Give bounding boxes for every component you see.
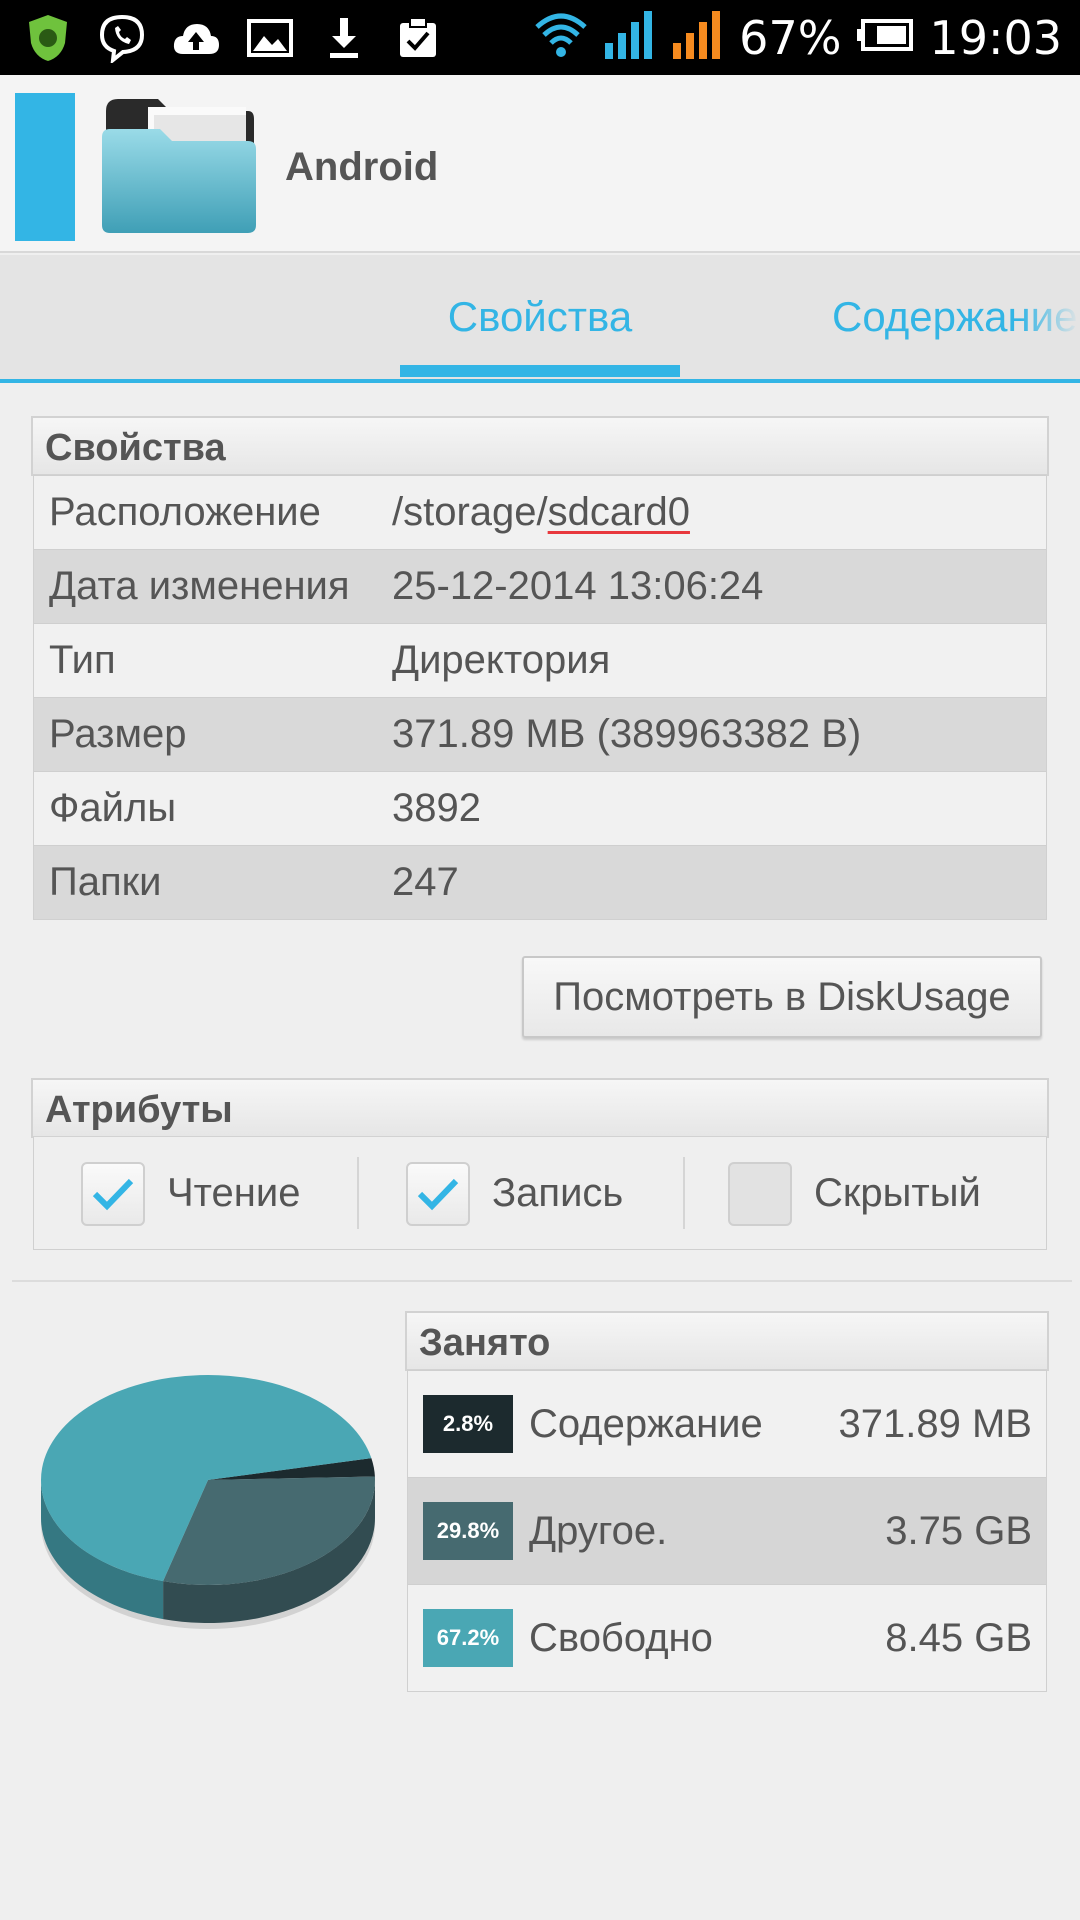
attributes-section-header: Атрибуты [31, 1078, 1049, 1138]
property-value: 3892 [392, 786, 481, 830]
usage-label: Другое. [529, 1508, 668, 1553]
property-key: Дата изменения [49, 564, 350, 608]
divider [12, 1280, 1072, 1282]
location-prefix: /storage/ [392, 490, 548, 534]
write-label: Запись [492, 1171, 624, 1215]
property-value: 247 [392, 860, 459, 904]
percent-badge: 2.8% [423, 1395, 513, 1453]
accent-strip [15, 93, 75, 241]
usage-table: 2.8% Содержание 371.89 MB 29.8% Другое. … [407, 1370, 1047, 1692]
property-key: Тип [49, 638, 116, 682]
property-value: /storage/sdcard0 [392, 490, 690, 535]
divider [357, 1157, 359, 1229]
checkmark-icon [417, 1178, 459, 1210]
usage-size: 8.45 GB [885, 1615, 1032, 1660]
battery-percent: 67% [739, 10, 842, 65]
attribute-read[interactable]: Чтение [81, 1137, 300, 1250]
tab-bar: Свойства Содержание [0, 255, 1080, 383]
property-value: 371.89 MB (389963382 B) [392, 712, 862, 756]
location-suffix: sdcard0 [547, 490, 690, 534]
status-bar: 67% 19:03 [0, 0, 1080, 75]
property-row-location: Расположение /storage/sdcard0 [34, 475, 1046, 549]
percent-badge: 29.8% [423, 1502, 513, 1560]
view-in-diskusage-button[interactable]: Посмотреть в DiskUsage [522, 956, 1042, 1038]
checkmark-icon [92, 1178, 134, 1210]
gallery-icon [244, 12, 296, 64]
attribute-write[interactable]: Запись [406, 1137, 623, 1250]
tab-fade [1020, 255, 1080, 379]
usage-row-free: 67.2% Свободно 8.45 GB [408, 1584, 1046, 1691]
usage-row-other: 29.8% Другое. 3.75 GB [408, 1477, 1046, 1584]
cloud-upload-icon [170, 12, 222, 64]
usage-row-contents: 2.8% Содержание 371.89 MB [408, 1370, 1046, 1477]
usage-label: Свободно [529, 1615, 713, 1660]
attributes-box: Чтение Запись Скрытый [33, 1137, 1047, 1250]
clipboard-check-icon [392, 12, 444, 64]
read-label: Чтение [167, 1171, 301, 1215]
write-checkbox[interactable] [406, 1161, 470, 1226]
property-key: Размер [49, 712, 187, 756]
read-checkbox[interactable] [81, 1161, 145, 1226]
property-row-type: Тип Директория [34, 623, 1046, 697]
wifi-icon [533, 11, 589, 64]
percent-badge: 67.2% [423, 1609, 513, 1667]
hidden-label: Скрытый [814, 1171, 981, 1215]
property-row-modified: Дата изменения 25-12-2014 13:06:24 [34, 549, 1046, 623]
shield-icon [22, 12, 74, 64]
property-value: Директория [392, 638, 611, 682]
tab-properties[interactable]: Свойства [400, 255, 680, 379]
usage-pie-chart [41, 1375, 375, 1629]
folder-icon [98, 93, 260, 238]
property-row-files: Файлы 3892 [34, 771, 1046, 845]
clock: 19:03 [929, 10, 1062, 65]
signal-icon [671, 9, 725, 66]
property-key: Расположение [49, 490, 321, 534]
header: Android [0, 75, 1080, 253]
property-key: Файлы [49, 786, 177, 830]
usage-section-header: Занято [405, 1311, 1049, 1371]
property-key: Папки [49, 860, 162, 904]
usage-label: Содержание [529, 1401, 763, 1446]
attribute-hidden[interactable]: Скрытый [728, 1137, 981, 1250]
properties-section-header: Свойства [31, 416, 1049, 476]
hidden-checkbox[interactable] [728, 1161, 792, 1226]
battery-icon [855, 18, 915, 57]
usage-size: 3.75 GB [885, 1508, 1032, 1553]
property-row-size: Размер 371.89 MB (389963382 B) [34, 697, 1046, 771]
usage-size: 371.89 MB [838, 1401, 1032, 1446]
viber-icon [96, 12, 148, 64]
property-value: 25-12-2014 13:06:24 [392, 564, 764, 608]
signal-icon [603, 9, 657, 66]
divider [683, 1157, 685, 1229]
download-icon [318, 12, 370, 64]
tab-active-indicator [400, 365, 680, 377]
properties-table: Расположение /storage/sdcard0 Дата измен… [33, 475, 1047, 920]
property-row-folders: Папки 247 [34, 845, 1046, 919]
page-title: Android [285, 145, 439, 189]
